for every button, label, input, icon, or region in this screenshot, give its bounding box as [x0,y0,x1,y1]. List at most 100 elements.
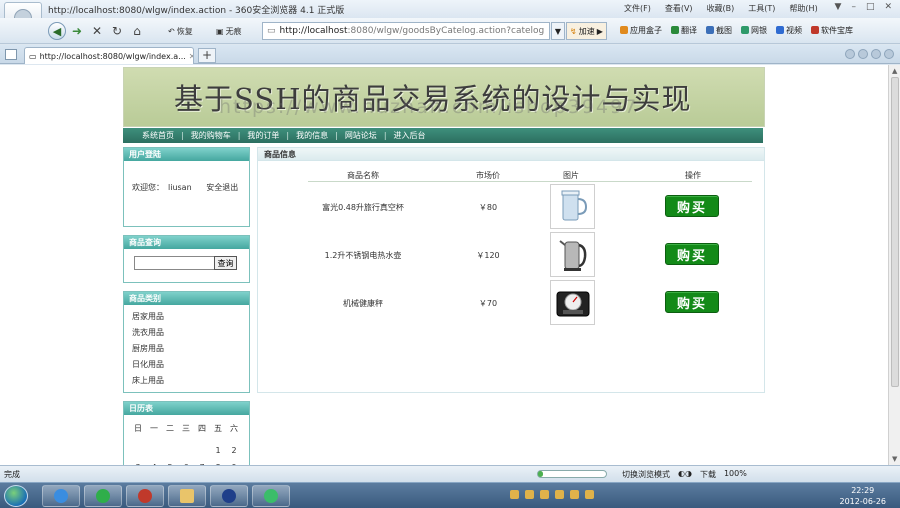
skin-icon[interactable]: ▼ [835,2,842,12]
maximize-icon[interactable]: □ [866,2,875,12]
menu-tools[interactable]: 工具(T) [748,3,775,14]
buy-button[interactable]: 购买 [665,243,719,265]
category-panel: 商品类别 居家用品 洗衣用品 厨房用品 日化用品 床上用品 [123,291,250,393]
menu-favorites[interactable]: 收藏(B) [707,3,735,14]
forward-icon[interactable]: ➜ [68,22,86,40]
nav-cart[interactable]: 我的购物车 [191,130,231,141]
calendar-day[interactable] [194,446,210,455]
start-button-icon[interactable] [4,485,28,507]
tray-icon[interactable] [510,490,519,499]
media-taskbar-icon[interactable] [210,485,248,507]
toggle-icon[interactable]: ◐◑ [678,469,692,480]
nologo-button[interactable]: ▣ 无痕 [216,22,242,40]
nav-forum[interactable]: 网站论坛 [345,130,377,141]
category-item[interactable]: 厨房用品 [132,341,249,357]
tab-list-icon[interactable] [871,49,881,59]
explorer-taskbar-icon[interactable] [168,485,206,507]
fav-video[interactable]: 视频 [776,25,802,36]
close-window-icon[interactable]: ✕ [884,2,892,12]
search-input[interactable] [134,256,216,270]
tab-scroll-right-icon[interactable] [858,49,868,59]
stop-icon[interactable]: ✕ [88,22,106,40]
tray-icon[interactable] [570,490,579,499]
calendar-day[interactable]: 1 [210,446,226,455]
switch-mode-button[interactable]: 切换浏览模式 [622,469,670,480]
ie-taskbar-icon[interactable] [42,485,80,507]
weekday: 四 [198,424,206,433]
vertical-scrollbar[interactable]: ▲ ▼ [888,65,900,465]
buy-button[interactable]: 购买 [665,291,719,313]
calendar-day[interactable] [178,446,194,455]
tab-close-icon[interactable]: ✕ [189,52,193,61]
tab-bar-controls [845,49,894,59]
nav-orders[interactable]: 我的订单 [247,130,279,141]
fav-translate[interactable]: 翻译 [671,25,697,36]
menu-file[interactable]: 文件(F) [624,3,651,14]
address-bar[interactable]: ▭ http://localhost:8080/wlgw/goodsByCate… [262,22,550,40]
calendar-day[interactable] [162,446,178,455]
product-name[interactable]: 1.2升不锈钢电热水壶 [308,250,418,261]
weekday: 一 [150,424,158,433]
restore-button[interactable]: ↶ 恢复 [168,22,193,40]
app-taskbar-icon[interactable] [126,485,164,507]
fav-app-box[interactable]: 应用盒子 [620,25,662,36]
scale-icon[interactable] [550,280,595,325]
calendar-day[interactable] [130,446,146,455]
fav-software[interactable]: 软件宝库 [811,25,853,36]
nologo-label: 无痕 [225,26,242,36]
back-icon[interactable]: ◀ [48,22,66,40]
tab-scroll-left-icon[interactable] [845,49,855,59]
system-clock[interactable]: 22:29 2012-06-26 [840,485,887,507]
search-button[interactable]: 查询 [214,256,237,270]
kettle-icon[interactable] [550,232,595,277]
weekday: 日 [134,424,142,433]
minimize-icon[interactable]: – [851,2,856,12]
scroll-thumb[interactable] [891,77,899,387]
cup-icon[interactable] [550,184,595,229]
scroll-down-icon[interactable]: ▼ [892,455,897,463]
address-dropdown-icon[interactable]: ▼ [551,22,565,40]
download-button[interactable]: 下载 [700,469,716,480]
product-name[interactable]: 机械健康秤 [308,298,418,309]
category-item[interactable]: 洗衣用品 [132,325,249,341]
page-viewport: 基于SSH的商品交易系统的设计与实现 https://www.huzhan.co… [0,65,888,465]
browser360-taskbar-icon[interactable] [84,485,122,507]
nav-home[interactable]: 系统首页 [142,130,174,141]
speedup-button[interactable]: ↯ 加速 ▶ [566,22,607,40]
tray-icon[interactable] [525,490,534,499]
search-panel: 商品查询 查询 [123,235,250,283]
new-tab-button[interactable]: + [198,48,216,63]
scroll-up-icon[interactable]: ▲ [892,67,897,75]
refresh-icon[interactable]: ↻ [108,22,126,40]
nav-buttons: ◀ ➜ ✕ ↻ ⌂ [48,22,146,40]
sidebar-toggle-icon[interactable] [5,49,17,60]
tray-icon[interactable] [540,490,549,499]
clock-date: 2012-06-26 [839,497,887,506]
zoom-level[interactable]: 100% [724,469,747,480]
calendar-weekdays: 日 一 二 三 四 五 六 [124,415,249,434]
buy-button[interactable]: 购买 [665,195,719,217]
logout-link[interactable]: 安全退出 [206,183,238,192]
calendar-week-row: 1 2 [124,434,249,455]
nav-profile[interactable]: 我的信息 [296,130,328,141]
tool-taskbar-icon[interactable] [252,485,290,507]
window-titlebar: http://localhost:8080/wlgw/index.action … [0,0,900,42]
home-icon[interactable]: ⌂ [128,22,146,40]
product-name[interactable]: 富光0.48升旅行真空杯 [308,202,418,213]
header-image: 图片 [563,171,579,180]
calendar-day[interactable]: 2 [226,446,242,455]
menu-help[interactable]: 帮助(H) [789,3,817,14]
calendar-day[interactable] [146,446,162,455]
fav-screenshot[interactable]: 截图 [706,25,732,36]
tab-menu-icon[interactable] [884,49,894,59]
tray-icon[interactable] [585,490,594,499]
fav-netbank[interactable]: 网银 [741,25,767,36]
login-panel: 用户登陆 欢迎您： liusan 安全退出 [123,147,250,227]
category-item[interactable]: 居家用品 [132,309,249,325]
menu-view[interactable]: 查看(V) [665,3,693,14]
tab-active[interactable]: ▭ http://localhost:8080/wlgw/index.a... … [24,47,194,64]
nav-admin[interactable]: 进入后台 [394,130,426,141]
tray-icon[interactable] [555,490,564,499]
category-item[interactable]: 床上用品 [132,373,249,389]
category-item[interactable]: 日化用品 [132,357,249,373]
